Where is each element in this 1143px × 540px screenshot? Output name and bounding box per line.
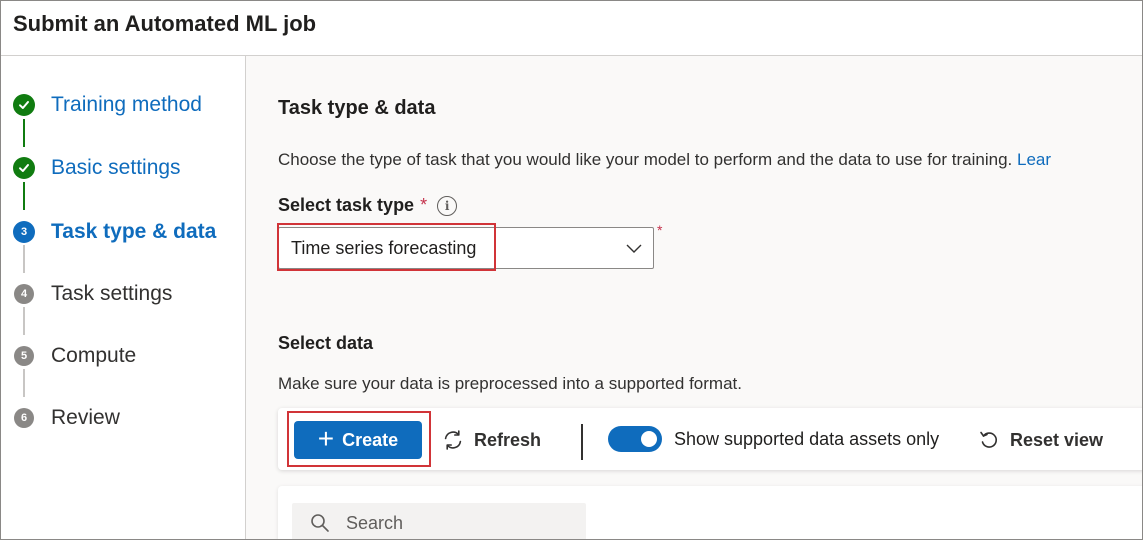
- learn-more-link[interactable]: Lear: [1017, 150, 1051, 169]
- task-type-label: Select task type * i: [278, 195, 458, 216]
- check-icon: [13, 94, 35, 116]
- create-button-label: Create: [342, 429, 399, 450]
- create-button[interactable]: + Create: [294, 421, 422, 459]
- toggle-switch[interactable]: [608, 426, 662, 452]
- plus-icon: +: [317, 422, 335, 454]
- task-type-label-text: Select task type: [278, 195, 415, 215]
- required-marker: *: [420, 195, 428, 215]
- step-task-settings[interactable]: 4 Task settings: [13, 279, 172, 309]
- task-type-value: Time series forecasting: [291, 238, 477, 258]
- task-type-dropdown[interactable]: Time series forecasting: [278, 227, 654, 269]
- step-label: Review: [51, 406, 120, 429]
- step-number-icon: 6: [14, 408, 34, 428]
- info-icon[interactable]: i: [437, 195, 458, 216]
- reset-view-button[interactable]: Reset view: [978, 425, 1103, 455]
- wizard-steps: Training method Basic settings 3 Task ty…: [1, 56, 246, 539]
- main-content: Task type & data Choose the type of task…: [246, 56, 1142, 539]
- chevron-down-icon: [626, 244, 642, 253]
- step-label: Task type & data: [51, 220, 217, 243]
- step-connector: [23, 245, 25, 273]
- step-task-type-data[interactable]: 3 Task type & data: [13, 217, 216, 247]
- check-icon: [13, 157, 35, 179]
- select-data-description: Make sure your data is preprocessed into…: [278, 374, 742, 393]
- step-number-icon: 4: [14, 284, 34, 304]
- data-toolbar: + Create Refresh Show supported data ass…: [278, 408, 1142, 470]
- data-assets-panel: Search: [278, 486, 1142, 539]
- reset-icon: [980, 431, 997, 448]
- step-review[interactable]: 6 Review: [13, 403, 120, 433]
- section-description: Choose the type of task that you would l…: [278, 150, 1051, 170]
- toolbar-divider: [581, 424, 583, 460]
- section-title: Task type & data: [278, 97, 436, 119]
- step-compute[interactable]: 5 Compute: [13, 341, 136, 371]
- search-placeholder: Search: [346, 512, 404, 533]
- step-basic-settings[interactable]: Basic settings: [13, 153, 181, 183]
- page-title: Submit an Automated ML job: [13, 11, 317, 36]
- dialog-frame: Submit an Automated ML job Training meth…: [0, 0, 1143, 540]
- step-connector: [23, 369, 25, 397]
- required-marker: *: [657, 222, 663, 238]
- toggle-knob: [641, 431, 657, 447]
- refresh-button-label: Refresh: [474, 429, 542, 450]
- step-label: Basic settings: [51, 156, 181, 179]
- step-label: Training method: [51, 93, 202, 116]
- select-data-title: Select data: [278, 333, 374, 353]
- step-connector: [23, 182, 25, 210]
- reset-view-label: Reset view: [1010, 429, 1104, 450]
- description-text: Choose the type of task that you would l…: [278, 150, 1017, 169]
- refresh-button[interactable]: Refresh: [442, 425, 541, 455]
- search-icon: [311, 514, 329, 532]
- step-number-icon: 5: [14, 346, 34, 366]
- step-connector: [23, 307, 25, 335]
- refresh-icon: [444, 430, 462, 450]
- step-number-icon: 3: [13, 221, 35, 243]
- search-box[interactable]: Search: [292, 503, 586, 539]
- header: Submit an Automated ML job: [1, 1, 1142, 56]
- step-connector: [23, 119, 25, 147]
- toggle-label: Show supported data assets only: [674, 428, 940, 449]
- supported-assets-toggle[interactable]: Show supported data assets only: [608, 426, 939, 452]
- step-training-method[interactable]: Training method: [13, 90, 202, 120]
- step-label: Compute: [51, 344, 137, 367]
- step-label: Task settings: [51, 282, 173, 305]
